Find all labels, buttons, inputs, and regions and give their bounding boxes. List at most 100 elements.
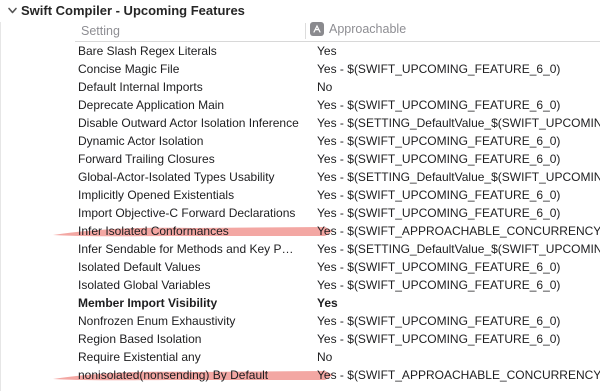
setting-name: Concise Magic File: [78, 62, 180, 76]
setting-value[interactable]: Yes - $(SWIFT_UPCOMING_FEATURE_6_0): [317, 96, 560, 114]
setting-name: Bare Slash Regex Literals: [78, 44, 217, 58]
setting-value[interactable]: Yes - $(SWIFT_APPROACHABLE_CONCURRENCY): [317, 366, 600, 384]
settings-table: Bare Slash Regex Literals Yes Concise Magi…: [53, 42, 600, 384]
table-row[interactable]: Dynamic Actor Isolation Yes - $(SWIFT_UPC…: [75, 132, 600, 150]
value-separator: -: [339, 134, 344, 148]
setting-value-expression: $(SWIFT_UPCOMING_FEATURE_6_0): [347, 206, 561, 220]
setting-value[interactable]: Yes - $(SWIFT_UPCOMING_FEATURE_6_0): [317, 276, 560, 294]
setting-value-expression: $(SWIFT_UPCOMING_FEATURE_6_0): [347, 62, 561, 76]
chevron-down-icon[interactable]: [6, 4, 18, 16]
column-header-setting[interactable]: Setting: [81, 24, 120, 38]
setting-name: Infer Sendable for Methods and Key Path …: [78, 242, 300, 256]
setting-value[interactable]: Yes - $(SWIFT_UPCOMING_FEATURE_6_0): [317, 258, 560, 276]
setting-value[interactable]: Yes - $(SWIFT_APPROACHABLE_CONCURRENCY): [317, 222, 600, 240]
setting-name: Dynamic Actor Isolation: [78, 134, 204, 148]
setting-value-expression: $(SWIFT_APPROACHABLE_CONCURRENCY): [347, 224, 600, 238]
setting-value-label: Yes: [317, 62, 337, 76]
table-row[interactable]: Nonfrozen Enum Exhaustivity Yes - $(SWIFT…: [75, 312, 600, 330]
setting-value[interactable]: Yes - $(SWIFT_UPCOMING_FEATURE_6_0): [317, 330, 560, 348]
setting-name: Default Internal Imports: [78, 80, 203, 94]
setting-value-expression: $(SETTING_DefaultValue_$(SWIFT_UPCOMING: [347, 242, 600, 256]
setting-value-label: Yes: [317, 44, 337, 58]
column-divider: [305, 23, 306, 39]
value-separator: -: [339, 152, 344, 166]
value-separator: -: [339, 98, 344, 112]
setting-value-expression: $(SETTING_DefaultValue_$(SWIFT_UPCOMING: [347, 116, 600, 130]
table-row[interactable]: Global-Actor-Isolated Types Usability Yes…: [75, 168, 600, 186]
setting-value-expression: $(SWIFT_UPCOMING_FEATURE_6_0): [347, 260, 561, 274]
section-title: Swift Compiler - Upcoming Features: [21, 3, 245, 18]
setting-value-expression: $(SWIFT_UPCOMING_FEATURE_6_0): [347, 188, 561, 202]
setting-value[interactable]: Yes - $(SWIFT_UPCOMING_FEATURE_6_0): [317, 132, 560, 150]
value-separator: -: [339, 368, 344, 382]
setting-value[interactable]: Yes: [317, 294, 338, 312]
value-separator: -: [339, 170, 344, 184]
setting-value[interactable]: Yes: [317, 42, 337, 60]
table-row[interactable]: Default Internal Imports No: [75, 78, 600, 96]
setting-name: Isolated Global Variables: [78, 278, 211, 292]
setting-value-label: Yes: [317, 98, 337, 112]
table-row[interactable]: Isolated Global Variables Yes - $(SWIFT_U…: [75, 276, 600, 294]
setting-name: Require Existential any: [78, 350, 201, 364]
setting-value-expression: $(SWIFT_APPROACHABLE_CONCURRENCY): [347, 368, 600, 382]
setting-value-label: Yes: [317, 260, 337, 274]
setting-value-label: Yes: [317, 116, 337, 130]
setting-name: Nonfrozen Enum Exhaustivity: [78, 314, 236, 328]
setting-value-label: Yes: [317, 242, 337, 256]
table-row[interactable]: Infer Isolated Conformances Yes - $(SWIFT…: [53, 222, 600, 240]
setting-value-label: No: [317, 80, 333, 94]
table-row[interactable]: Forward Trailing Closures Yes - $(SWIFT_U…: [75, 150, 600, 168]
setting-name: Forward Trailing Closures: [78, 152, 215, 166]
setting-value[interactable]: Yes - $(SWIFT_UPCOMING_FEATURE_6_0): [317, 312, 560, 330]
setting-value[interactable]: Yes - $(SETTING_DefaultValue_$(SWIFT_UPC…: [317, 240, 600, 258]
value-separator: -: [339, 116, 344, 130]
setting-value[interactable]: Yes - $(SWIFT_UPCOMING_FEATURE_6_0): [317, 204, 560, 222]
setting-value[interactable]: Yes - $(SWIFT_UPCOMING_FEATURE_6_0): [317, 60, 560, 78]
table-row[interactable]: Member Import Visibility Yes: [75, 294, 600, 312]
table-row[interactable]: Deprecate Application Main Yes - $(SWIFT_…: [75, 96, 600, 114]
column-header: Setting Approachable: [75, 21, 600, 41]
table-row[interactable]: Infer Sendable for Methods and Key Path …: [75, 240, 600, 258]
table-row[interactable]: Import Objective-C Forward Declarations Y…: [75, 204, 600, 222]
setting-value[interactable]: No: [317, 78, 332, 96]
setting-value[interactable]: Yes - $(SETTING_DefaultValue_$(SWIFT_UPC…: [317, 168, 600, 186]
table-row[interactable]: Disable Outward Actor Isolation Inferenc…: [75, 114, 600, 132]
section-header[interactable]: Swift Compiler - Upcoming Features: [0, 0, 600, 22]
table-row[interactable]: nonisolated(nonsending) By Default Yes - …: [53, 366, 600, 384]
setting-value-label: Yes: [317, 332, 337, 346]
setting-name: nonisolated(nonsending) By Default: [78, 368, 269, 382]
value-separator: -: [339, 242, 344, 256]
setting-value-expression: $(SWIFT_UPCOMING_FEATURE_6_0): [347, 152, 561, 166]
setting-value[interactable]: No: [317, 348, 332, 366]
setting-name: Disable Outward Actor Isolation Inferenc…: [78, 116, 299, 130]
setting-value[interactable]: Yes - $(SETTING_DefaultValue_$(SWIFT_UPC…: [317, 114, 600, 132]
value-separator: -: [339, 206, 344, 220]
column-header-approachable-label: Approachable: [329, 22, 407, 36]
setting-name: Member Import Visibility: [78, 296, 218, 310]
setting-value-expression: $(SWIFT_UPCOMING_FEATURE_6_0): [347, 98, 561, 112]
setting-name: Region Based Isolation: [78, 332, 202, 346]
setting-value-expression: $(SWIFT_UPCOMING_FEATURE_6_0): [347, 332, 561, 346]
value-separator: -: [339, 188, 344, 202]
setting-value-expression: $(SETTING_DefaultValue_$(SWIFT_UPCOMING: [347, 170, 600, 184]
table-row[interactable]: Concise Magic File Yes - $(SWIFT_UPCOMING…: [75, 60, 600, 78]
setting-value[interactable]: Yes - $(SWIFT_UPCOMING_FEATURE_6_0): [317, 150, 560, 168]
setting-value-expression: $(SWIFT_UPCOMING_FEATURE_6_0): [347, 134, 561, 148]
table-row[interactable]: Region Based Isolation Yes - $(SWIFT_UPCO…: [75, 330, 600, 348]
value-separator: -: [339, 224, 344, 238]
setting-name: Deprecate Application Main: [78, 98, 225, 112]
value-separator: -: [339, 260, 344, 274]
table-row[interactable]: Isolated Default Values Yes - $(SWIFT_UPC…: [75, 258, 600, 276]
table-row[interactable]: Bare Slash Regex Literals Yes: [75, 42, 600, 60]
setting-name: Global-Actor-Isolated Types Usability: [78, 170, 275, 184]
setting-value-label: Yes: [317, 224, 337, 238]
setting-value[interactable]: Yes - $(SWIFT_UPCOMING_FEATURE_6_0): [317, 186, 560, 204]
table-row[interactable]: Implicitly Opened Existentials Yes - $(SW…: [75, 186, 600, 204]
setting-value-label: Yes: [317, 188, 337, 202]
table-row[interactable]: Require Existential any No: [75, 348, 600, 366]
setting-name: Implicitly Opened Existentials: [78, 188, 235, 202]
setting-value-label: Yes: [317, 170, 337, 184]
setting-value-label: Yes: [317, 314, 337, 328]
setting-value-label: No: [317, 350, 333, 364]
column-header-approachable[interactable]: Approachable: [310, 22, 406, 36]
